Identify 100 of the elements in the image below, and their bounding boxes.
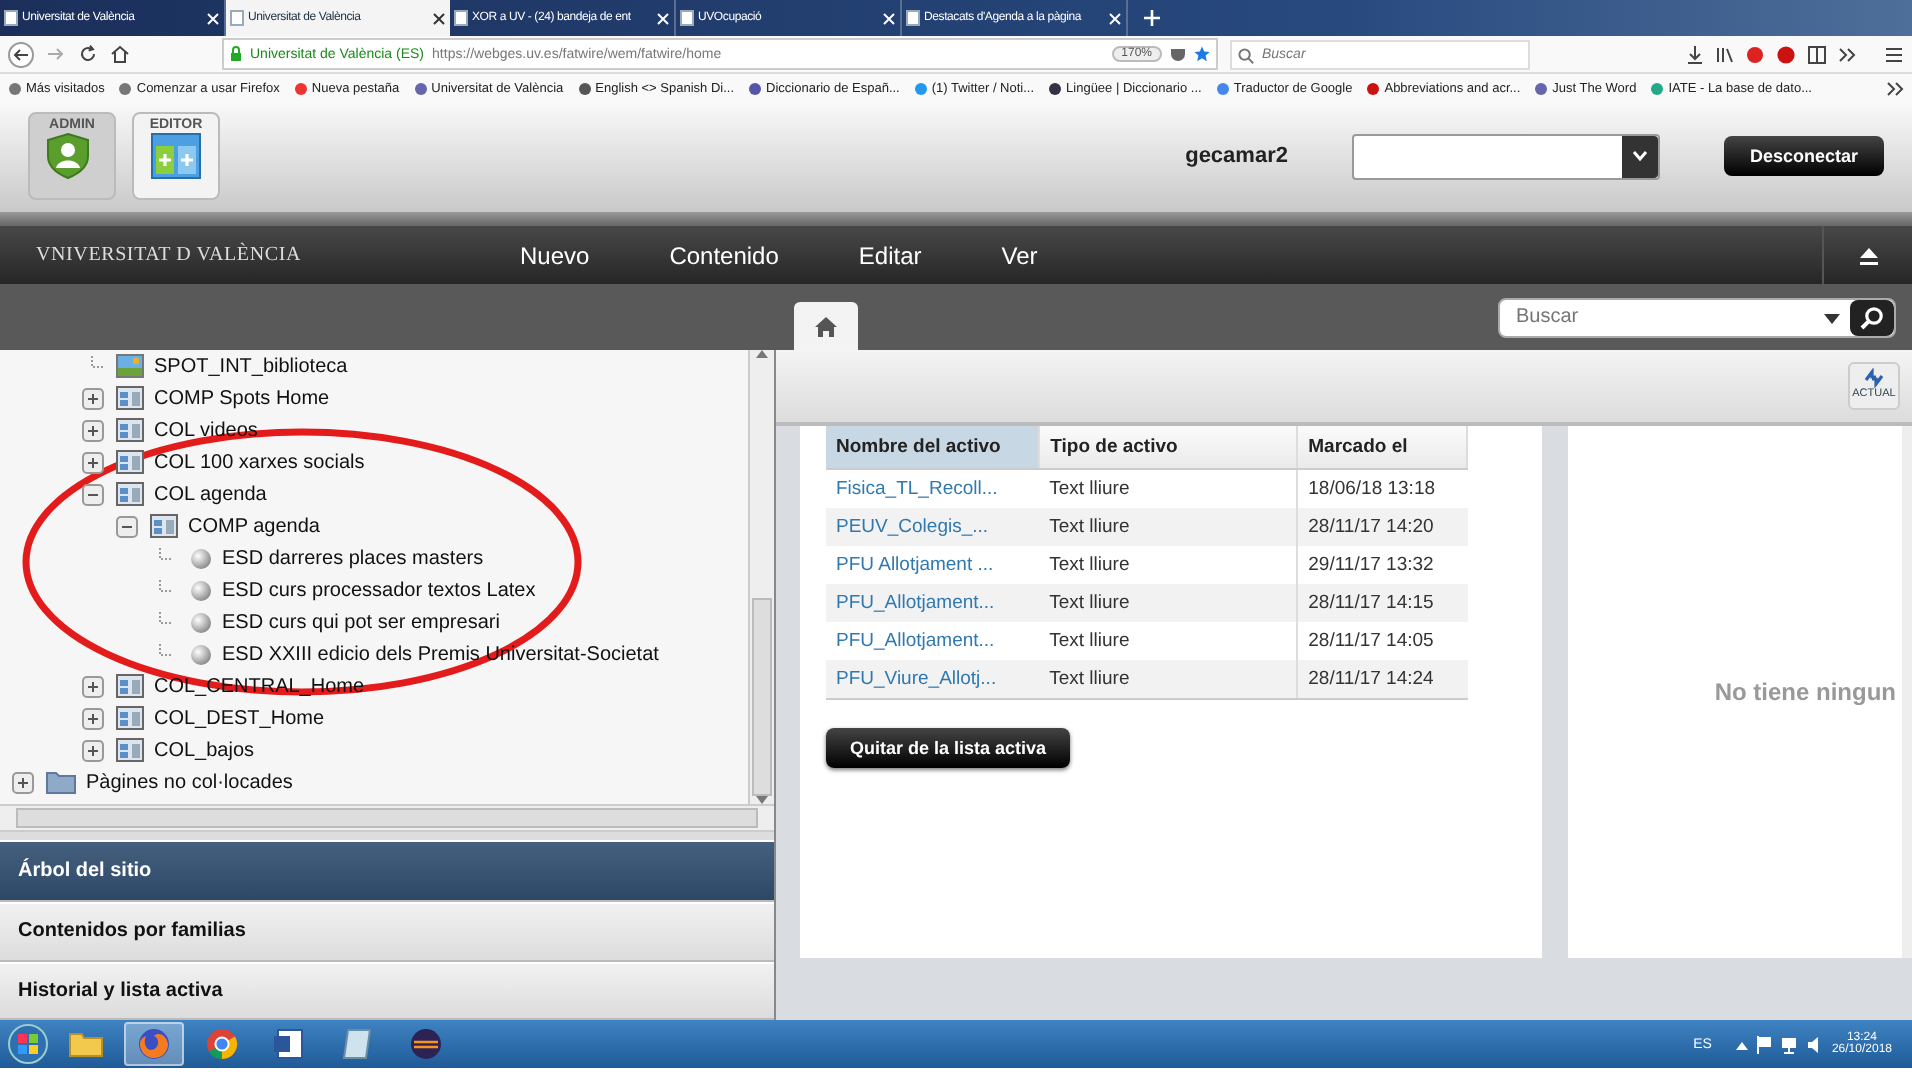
sidebar-icon[interactable] [1808, 45, 1826, 63]
pocket-icon[interactable] [1170, 47, 1186, 61]
column-header[interactable]: Nombre del activo [826, 426, 1040, 469]
firefox-icon [136, 1026, 172, 1062]
table-cell: Text lliure [1039, 584, 1298, 622]
home-icon [814, 315, 838, 337]
expand-icon[interactable] [82, 387, 104, 409]
overflow-icon[interactable] [1838, 45, 1856, 63]
menu-item[interactable]: Nuevo [480, 241, 630, 269]
tree-item[interactable]: ESD darreres places masters [222, 547, 484, 569]
vertical-scrollbar[interactable] [748, 350, 774, 805]
folder-icon [46, 770, 76, 794]
table-cell: 28/11/17 14:20 [1297, 508, 1467, 546]
expand-icon[interactable] [12, 771, 34, 793]
site-dropdown[interactable] [1351, 133, 1660, 179]
page-icon [454, 10, 468, 26]
refresh-icon [1862, 368, 1886, 388]
tray-arrow-icon[interactable] [1735, 1039, 1748, 1049]
start-icon[interactable] [8, 1024, 48, 1064]
chevron-down-icon [1631, 150, 1648, 162]
layout-icon [116, 482, 144, 506]
layout-icon [116, 706, 144, 730]
star-icon[interactable] [1194, 46, 1210, 62]
tree-item[interactable]: COMP Spots Home [154, 387, 330, 409]
asset-link[interactable]: PFU_Viure_Allotj... [826, 660, 1040, 699]
tree-item[interactable]: COL agenda [154, 483, 267, 505]
page-icon [680, 10, 694, 26]
bookmark-icon [118, 81, 133, 95]
accordion-header[interactable]: Contenidos por familias [0, 902, 774, 962]
table-cell: Text lliure [1039, 508, 1298, 546]
taskbar-button[interactable] [124, 1022, 184, 1066]
expand-icon[interactable] [82, 451, 104, 473]
overflow-icon[interactable] [1886, 79, 1904, 97]
picture-icon [116, 354, 144, 378]
back-icon[interactable] [8, 41, 34, 67]
asset-link[interactable]: PEUV_Colegis_... [826, 508, 1040, 546]
tree-item[interactable]: COL_bajos [154, 739, 255, 761]
tree-item[interactable]: SPOT_INT_biblioteca [154, 355, 348, 377]
notepad-icon [340, 1026, 376, 1062]
table-cell: 28/11/17 14:24 [1297, 660, 1467, 699]
expand-icon[interactable] [82, 419, 104, 441]
expand-icon[interactable] [82, 707, 104, 729]
bookmark-icon [1048, 81, 1063, 95]
tree-item[interactable]: COL_DEST_Home [154, 707, 325, 729]
expand-icon[interactable] [82, 739, 104, 761]
bookmark-icon [8, 81, 22, 95]
eclipse-icon [408, 1026, 444, 1062]
search-field[interactable]: Buscar [1498, 297, 1896, 337]
bookmark-icon [1366, 81, 1381, 95]
asset-link[interactable]: Fisica_TL_Recoll... [826, 469, 1040, 508]
asset-link[interactable]: PFU Allotjament ... [826, 546, 1040, 584]
tree-item[interactable]: ESD curs qui pot ser empresari [222, 611, 500, 633]
bookmark-icon [1215, 81, 1230, 95]
sphere-icon [190, 579, 212, 601]
bookmark-icon [913, 81, 928, 95]
table-cell: Text lliure [1039, 660, 1298, 699]
tree-item[interactable]: ESD curs processador textos Latex [222, 579, 536, 601]
accordion-header[interactable]: Árbol del sitio [0, 839, 774, 903]
column-header[interactable]: Tipo de activo [1039, 426, 1298, 469]
layout-icon [116, 418, 144, 442]
volume-icon[interactable] [1805, 1035, 1824, 1053]
bookmark-icon [577, 81, 592, 95]
menu-item[interactable]: Contenido [629, 241, 819, 269]
library-icon[interactable] [1716, 45, 1734, 63]
eject-icon[interactable] [1857, 245, 1879, 265]
collapse-icon[interactable] [82, 483, 104, 505]
collapse-icon[interactable] [116, 515, 138, 537]
document-icon [272, 1026, 308, 1062]
tree-item[interactable]: COL 100 xarxes socials [154, 451, 365, 473]
bookmark-icon [748, 81, 763, 95]
horizontal-scrollbar[interactable] [0, 804, 774, 832]
asset-link[interactable]: PFU_Allotjament... [826, 584, 1040, 622]
remove-button[interactable]: Quitar de la lista activa [826, 728, 1071, 768]
flag-icon[interactable] [1755, 1035, 1772, 1053]
column-header[interactable]: Marcado el [1297, 426, 1467, 469]
accordion-header[interactable]: Historial y lista activa [0, 961, 774, 1020]
download-icon[interactable] [1686, 45, 1704, 63]
menu-item[interactable]: Editar [818, 241, 962, 269]
tree-item[interactable]: COMP agenda [188, 515, 320, 537]
tree-item[interactable]: Pàgines no col·locades [86, 771, 293, 793]
logout-button[interactable]: Desconectar [1723, 136, 1884, 176]
network-icon[interactable] [1779, 1035, 1798, 1053]
reload-icon[interactable] [78, 44, 98, 64]
table-cell: Text lliure [1039, 546, 1298, 584]
editor-panel-icon [150, 132, 202, 180]
search-button[interactable] [1850, 299, 1894, 335]
close-icon[interactable] [432, 11, 446, 25]
menu-icon[interactable] [1884, 45, 1904, 63]
table-cell: Text lliure [1039, 622, 1298, 660]
menu-item[interactable]: Ver [961, 241, 1078, 269]
expand-icon[interactable] [82, 675, 104, 697]
home-tab[interactable] [794, 302, 858, 350]
page-icon [4, 10, 18, 26]
search-icon [1860, 305, 1884, 329]
page-icon [230, 10, 244, 26]
chrome-icon [204, 1026, 240, 1062]
asset-link[interactable]: PFU_Allotjament... [826, 622, 1040, 660]
home-icon[interactable] [110, 44, 130, 64]
bookmark-icon [413, 81, 428, 95]
caret-down-icon[interactable] [1824, 313, 1840, 323]
